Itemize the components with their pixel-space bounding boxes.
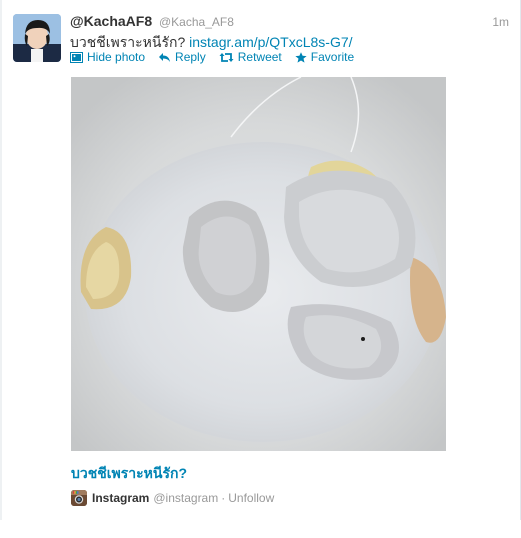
instagram-name[interactable]: Instagram xyxy=(92,491,149,505)
reply-icon xyxy=(159,52,171,62)
tweet-card: @KachaAF8 @Kacha_AF8 1m บวชชีเพราะหนีรัก… xyxy=(0,0,521,538)
unfollow-button[interactable]: Unfollow xyxy=(228,491,274,505)
photo-image xyxy=(71,77,446,451)
separator: · xyxy=(221,491,226,505)
tweet-body: บวชชีเพราะหนีรัก? xyxy=(70,34,186,50)
avatar[interactable] xyxy=(13,14,61,62)
media-attribution: Instagram @instagram · Unfollow xyxy=(71,490,274,506)
favorite-button[interactable]: Favorite xyxy=(295,50,354,64)
instagram-icon[interactable] xyxy=(71,490,87,506)
retweet-icon xyxy=(219,52,234,62)
hide-photo-button[interactable]: Hide photo xyxy=(70,50,145,64)
hide-photo-label: Hide photo xyxy=(87,50,146,64)
left-edge xyxy=(0,0,2,520)
star-icon xyxy=(295,51,307,63)
instagram-logo xyxy=(71,490,87,506)
instagram-handle[interactable]: @instagram xyxy=(153,491,218,505)
timestamp[interactable]: 1m xyxy=(492,15,509,29)
reply-label: Reply xyxy=(175,50,206,64)
tweet-actions: Hide photo Reply Retweet Favorite xyxy=(70,50,367,64)
reply-button[interactable]: Reply xyxy=(158,50,206,64)
user-handle[interactable]: @Kacha_AF8 xyxy=(159,15,234,29)
display-name[interactable]: @KachaAF8 xyxy=(70,13,152,29)
retweet-button[interactable]: Retweet xyxy=(219,50,282,64)
photo-icon xyxy=(70,51,83,63)
tweet-photo[interactable] xyxy=(71,77,446,451)
favorite-label: Favorite xyxy=(310,50,355,64)
avatar-image xyxy=(13,14,61,62)
retweet-label: Retweet xyxy=(237,50,282,64)
tweet-link[interactable]: instagr.am/p/QTxcL8s-G7/ xyxy=(189,34,352,50)
photo-caption[interactable]: บวชชีเพราะหนีรัก? xyxy=(71,463,187,485)
